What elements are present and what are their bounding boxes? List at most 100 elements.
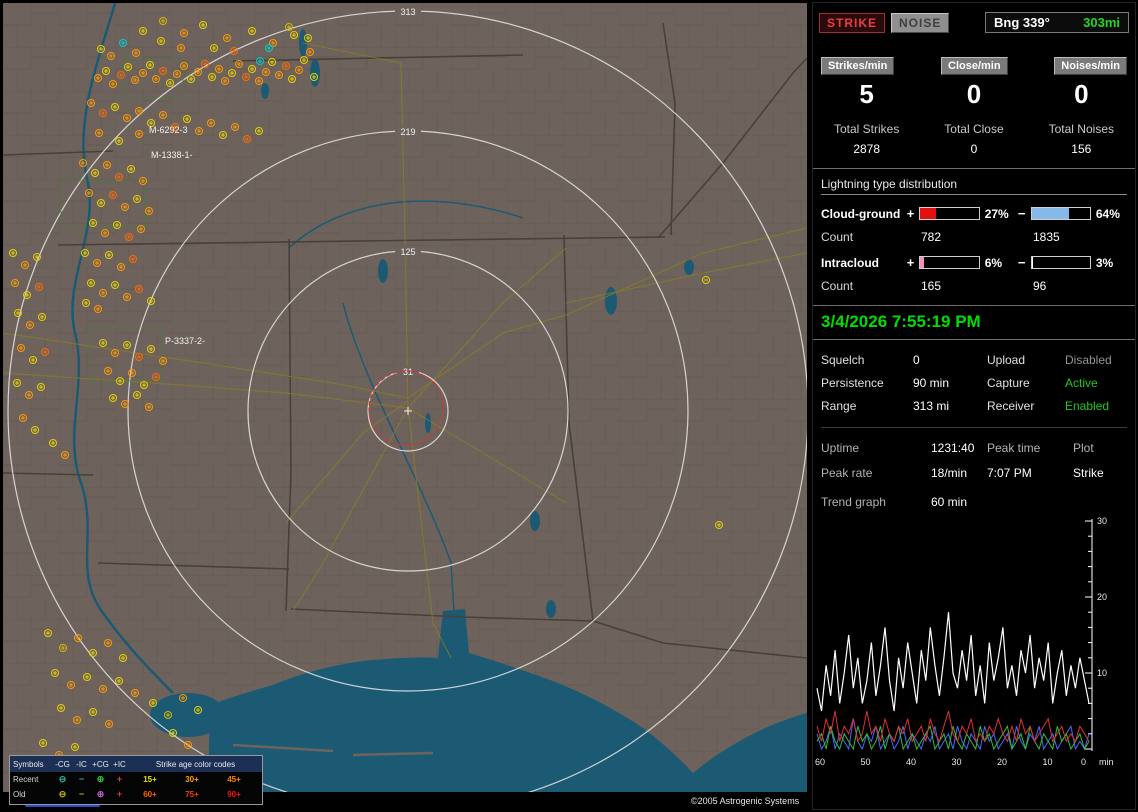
- noises-per-min-value: 0: [1074, 79, 1089, 109]
- bearing-readout: Bng 339° 303mi: [985, 12, 1129, 33]
- map-area[interactable]: 313 219 125 31 M-6292-3 M-1338-1- P-3337…: [3, 3, 807, 809]
- legend-symbol-icon: +: [116, 774, 123, 784]
- svg-text:min: min: [1099, 757, 1114, 767]
- count-label: Count: [821, 279, 854, 293]
- cg-negative-pct: 64%: [1095, 206, 1120, 221]
- total-noises-label: Total Noises: [1048, 122, 1114, 136]
- squelch-value: 0: [913, 353, 920, 367]
- copyright-text: ©2005 Astrogenic Systems: [691, 796, 800, 806]
- peak-time-label: Peak time: [987, 441, 1041, 455]
- legend-symbol-icon: ⊖: [58, 789, 67, 799]
- ic-negative-pct: 3%: [1095, 255, 1114, 270]
- total-close-value: 0: [970, 142, 978, 156]
- plus-sign: +: [906, 206, 915, 221]
- svg-text:20: 20: [997, 757, 1007, 767]
- count-label: Count: [821, 230, 854, 244]
- bearing-distance: 303mi: [1083, 15, 1120, 30]
- close-per-min-value: 0: [966, 79, 982, 109]
- strikes-per-min-value: 5: [859, 79, 874, 109]
- legend-row: Old ⊖ − ⊕ +60+ 75+ 90+: [10, 787, 262, 802]
- total-close-label: Total Close: [944, 122, 1004, 136]
- plot-label: Plot: [1073, 441, 1094, 455]
- cg-negative-bar: [1030, 207, 1091, 220]
- minus-sign: −: [1017, 255, 1026, 270]
- storm-label: M-1338-1-: [151, 150, 193, 160]
- svg-text:40: 40: [906, 757, 916, 767]
- legend-symbol-icon: ⊕: [96, 774, 105, 784]
- trend-window-value: 60 min: [931, 495, 968, 509]
- legend-col-pos-ic: +IC: [113, 759, 126, 769]
- lake-pontchartrain: [150, 693, 226, 737]
- legend-symbol-icon: ⊕: [96, 789, 105, 799]
- capture-status: Active: [1065, 376, 1098, 390]
- noise-button[interactable]: NOISE: [891, 12, 950, 33]
- uptime-value: 1231:40: [931, 441, 975, 455]
- capture-label: Capture: [987, 376, 1030, 390]
- svg-text:30: 30: [952, 757, 962, 767]
- total-strikes-value: 2878: [853, 142, 881, 156]
- svg-text:0: 0: [1081, 757, 1086, 767]
- legend-symbol-icon: −: [78, 774, 85, 784]
- ring-label-31: 31: [403, 367, 413, 377]
- upload-label: Upload: [987, 353, 1026, 367]
- svg-text:20: 20: [1097, 592, 1107, 602]
- squelch-label: Squelch: [821, 353, 865, 367]
- ic-positive-count: 165: [921, 279, 942, 293]
- cg-negative-count: 1835: [1033, 230, 1060, 244]
- plot-mode-value: Strike: [1073, 466, 1104, 480]
- range-label: Range: [821, 399, 857, 413]
- persistence-value: 90 min: [913, 376, 950, 390]
- lightning-map[interactable]: 313 219 125 31 M-6292-3 M-1338-1- P-3337…: [3, 3, 807, 809]
- peak-rate-label: Peak rate: [821, 466, 873, 480]
- legend-symbols-label: Symbols: [13, 759, 44, 769]
- strike-button[interactable]: STRIKE: [819, 12, 886, 33]
- cg-count-row: Count 782 1835: [821, 230, 1127, 244]
- minus-sign: −: [1017, 206, 1026, 221]
- receiver-label: Receiver: [987, 399, 1035, 413]
- total-noises-value: 156: [1071, 142, 1092, 156]
- legend-symbol-icon: +: [116, 789, 123, 799]
- settings-grid: Squelch 0 Upload Disabled Persistence 90…: [821, 353, 1127, 413]
- storm-label: M-6292-3: [149, 125, 188, 135]
- legend-symbol-icon: −: [78, 789, 85, 799]
- plus-sign: +: [906, 255, 915, 270]
- trend-graph: 30 20 10 60 50 40 30 20 10 0 min: [813, 513, 1135, 771]
- range-value: 313 mi: [913, 399, 950, 413]
- ring-label-125: 125: [400, 247, 415, 257]
- bearing-value: Bng 339°: [994, 15, 1050, 30]
- trend-graph-label: Trend graph: [821, 495, 886, 509]
- svg-text:50: 50: [861, 757, 871, 767]
- storm-label: P-3337-2-: [165, 336, 205, 346]
- separator: [813, 168, 1135, 169]
- ic-count-row: Count 165 96: [821, 279, 1127, 293]
- noises-per-min-button[interactable]: Noises/min: [1054, 57, 1127, 75]
- datetime-display: 3/4/2026 7:55:19 PM: [813, 305, 1135, 340]
- strikes-per-min-button[interactable]: Strikes/min: [821, 57, 895, 75]
- map-legend: Symbols -CG -IC +CG +IC Strike age color…: [9, 755, 263, 805]
- svg-text:60: 60: [815, 757, 825, 767]
- cloud-ground-row: Cloud-ground + 27% − 64%: [821, 206, 1127, 221]
- ring-label-219: 219: [400, 127, 415, 137]
- total-strikes-label: Total Strikes: [833, 122, 900, 136]
- ic-negative-bar: [1030, 256, 1091, 269]
- svg-text:10: 10: [1043, 757, 1053, 767]
- cg-positive-count: 782: [921, 230, 942, 244]
- cloud-ground-label: Cloud-ground: [821, 206, 901, 221]
- ring-label-313: 313: [400, 7, 415, 17]
- close-per-min-button[interactable]: Close/min: [941, 57, 1008, 75]
- legend-age-header: Strike age color codes: [155, 759, 236, 769]
- legend-col-pos-cg: +CG: [92, 759, 109, 769]
- trend-graph-row: Trend graph 60 min: [821, 495, 1127, 509]
- legend-row: Recent ⊖ − ⊕ +15+ 30+ 45+: [10, 772, 262, 787]
- ic-positive-bar: [919, 256, 980, 269]
- ic-negative-count: 96: [1033, 279, 1047, 293]
- peak-time-value: 7:07 PM: [987, 466, 1032, 480]
- receiver-status: Enabled: [1065, 399, 1110, 413]
- svg-text:30: 30: [1097, 516, 1107, 526]
- legend-symbol-icon: ⊖: [58, 774, 67, 784]
- persistence-label: Persistence: [821, 376, 884, 390]
- stats-grid: Uptime 1231:40 Peak time Plot Peak rate …: [821, 427, 1127, 480]
- status-panel: STRIKE NOISE Bng 339° 303mi Strikes/min …: [812, 2, 1136, 810]
- distribution-heading: Lightning type distribution: [821, 177, 1127, 195]
- intracloud-label: Intracloud: [821, 255, 880, 270]
